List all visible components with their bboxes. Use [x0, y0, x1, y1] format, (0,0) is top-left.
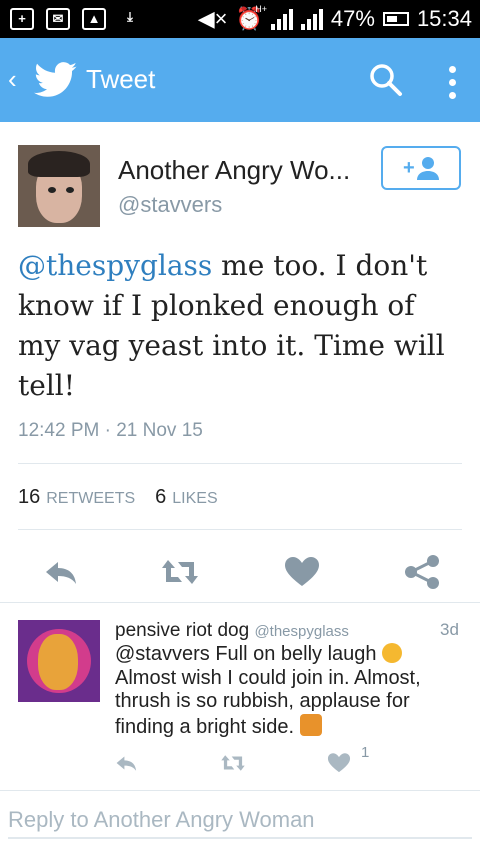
retweet-icon[interactable] [220, 750, 246, 776]
likes-label[interactable]: LIKES [172, 490, 217, 508]
tweet-actions [0, 552, 480, 592]
clock: 15:34 [416, 6, 472, 31]
chevron-left-icon[interactable]: ‹ [8, 64, 17, 95]
reply-like-count: 1 [361, 744, 370, 761]
likes-count[interactable]: 6 [155, 486, 166, 509]
twitter-bird-icon[interactable] [34, 62, 78, 98]
like-icon[interactable] [282, 552, 322, 592]
smiling-emoji-icon [382, 643, 403, 663]
tweet-timestamp: 12:42 PM · 21 Nov 15 [18, 420, 203, 441]
bread-emoji-icon [299, 713, 322, 736]
reply-input[interactable] [8, 803, 472, 839]
add-user-icon: + [403, 157, 439, 180]
retweets-count[interactable]: 16 [18, 486, 40, 509]
reply-author-name[interactable]: pensive riot dog [115, 620, 249, 641]
svg-text:+: + [403, 157, 415, 179]
reply-composer [0, 790, 480, 854]
divider [18, 529, 462, 530]
mention-link[interactable]: @thespyglass [18, 249, 212, 282]
like-icon[interactable] [326, 750, 352, 776]
reply-author-handle[interactable]: @thespyglass [254, 623, 348, 640]
network-type: H+ [255, 4, 267, 14]
more-vertical-icon[interactable] [442, 62, 462, 102]
reply-text-line1: @stavvers Full on belly laugh [115, 643, 383, 665]
reply-icon[interactable] [42, 552, 82, 592]
avatar[interactable] [18, 145, 100, 227]
image-notification-icon: ▲ [82, 8, 106, 30]
author-name[interactable]: Another Angry Wo... [118, 155, 350, 186]
search-icon[interactable] [368, 62, 404, 98]
tweet-text: @thespyglass me too. I don't know if I p… [18, 246, 463, 406]
battery-icon [382, 12, 409, 26]
status-bar: + ✉ ▲ ⤓ ◀× ⏰ H+ 47% 15:34 [0, 0, 480, 38]
retweets-label[interactable]: RETWEETS [46, 490, 135, 508]
signal-icon-2 [300, 8, 323, 30]
battery-percent: 47% [330, 6, 375, 31]
reply-text: @stavvers Full on belly laugh Almost wis… [115, 643, 465, 739]
avatar[interactable] [18, 620, 100, 702]
divider [18, 463, 462, 464]
author-handle[interactable]: @stavvers [118, 192, 222, 218]
download-icon: ⤓ [127, 9, 133, 24]
tweet-stats: 16 RETWEETS 6 LIKES [18, 486, 232, 509]
share-icon[interactable] [402, 552, 442, 592]
messenger-notification-icon: ✉ [46, 8, 70, 30]
follow-button[interactable]: + [381, 146, 461, 190]
reply-text-line2: Almost wish I could join in. Almost, thr… [115, 666, 421, 738]
reply-icon[interactable] [114, 750, 140, 776]
reply-author[interactable]: pensive riot dog @thespyglass [115, 620, 349, 642]
app-bar: ‹ Tweet [0, 38, 480, 122]
plus-notification-icon: + [10, 8, 34, 30]
mute-icon: ◀× [197, 6, 228, 31]
signal-icon [270, 8, 293, 30]
reply-age: 3d [440, 620, 459, 639]
divider [0, 602, 480, 603]
retweet-icon[interactable] [160, 552, 200, 592]
page-title: Tweet [86, 64, 156, 94]
